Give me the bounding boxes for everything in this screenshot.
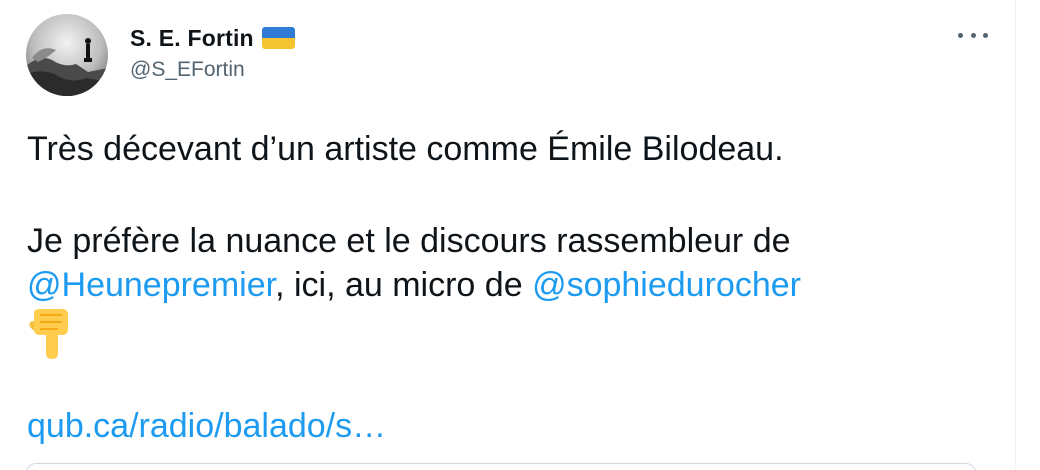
author-name-row: S. E. Fortin: [130, 24, 295, 52]
more-options-icon[interactable]: [958, 26, 988, 44]
tweet-text-line-1: Très décevant d’un artiste comme Émile B…: [27, 130, 784, 168]
timeline-divider: [1015, 0, 1016, 470]
link-preview-card-edge[interactable]: [26, 463, 976, 470]
mention-sophiedurocher-link[interactable]: @sophiedurocher: [532, 266, 801, 304]
avatar[interactable]: [26, 14, 108, 96]
avatar-image: [26, 14, 108, 96]
author-handle[interactable]: @S_EFortin: [130, 58, 245, 82]
tweet-text-fragment: , ici, au micro de: [275, 266, 533, 304]
mention-heunepremier-link[interactable]: @Heunepremier: [27, 266, 275, 304]
backhand-index-pointing-down-icon: [28, 309, 74, 359]
tweet-url-link[interactable]: qub.ca/radio/balado/s…: [27, 406, 386, 446]
author-display-name[interactable]: S. E. Fortin: [130, 25, 254, 52]
tweet-card: S. E. Fortin @S_EFortin Très décevant d’…: [0, 0, 1012, 470]
ukraine-flag-icon: [261, 27, 295, 49]
tweet-text-line-2: Je préfère la nuance et le discours rass…: [27, 222, 791, 260]
tweet-text-line-3: @Heunepremier, ici, au micro de @sophied…: [27, 265, 801, 305]
